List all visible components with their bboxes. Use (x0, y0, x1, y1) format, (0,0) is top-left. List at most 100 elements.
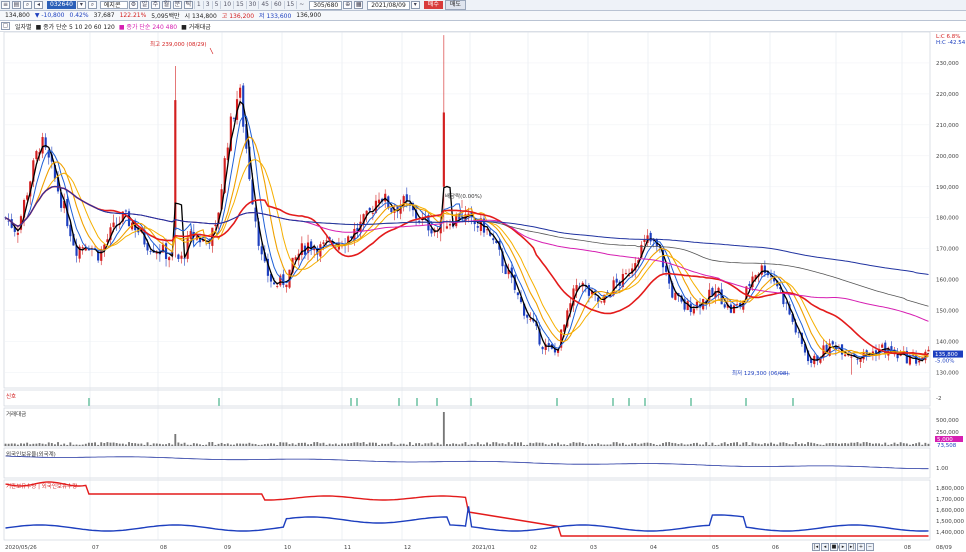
stock-name-field[interactable]: 에지콘 (99, 1, 128, 9)
period-tick-button[interactable]: 틱 (183, 1, 193, 9)
price-axis-label: 220,000 (936, 92, 959, 98)
date-axis-label: 08 (160, 545, 167, 551)
nav-prev-icon[interactable]: ◂ (821, 543, 829, 551)
date-lookup-icon[interactable]: ▾ (410, 1, 420, 9)
date-axis-label: 2020/05/26 (5, 545, 37, 551)
volume-bar (584, 444, 587, 446)
volume-bar (375, 442, 377, 446)
volume-bar (347, 443, 350, 446)
period-option[interactable]: 10 (220, 1, 233, 9)
volume-bar (813, 443, 816, 446)
candle-body (168, 257, 171, 261)
menu-icon[interactable]: ≡ (1, 1, 10, 9)
nav-zoom-in-icon[interactable]: + (857, 543, 865, 551)
volume-bar (532, 443, 535, 446)
volume-bar (831, 443, 834, 446)
legend-main[interactable]: 일자별 (15, 22, 32, 31)
volume-bar (668, 442, 671, 446)
candle-body (674, 292, 677, 300)
calendar-icon[interactable]: ▦ (354, 1, 364, 9)
period-option[interactable]: 15 (283, 1, 297, 9)
volume-bar (334, 443, 337, 446)
volume-bar (600, 444, 603, 446)
volume-bar (399, 443, 402, 446)
period-option[interactable]: 30 (245, 1, 259, 9)
volume-bar (794, 442, 797, 446)
volume-bar (393, 444, 396, 446)
period-week-button[interactable]: 주 (150, 1, 160, 9)
volume-bar (291, 443, 294, 446)
volume-bar (757, 443, 760, 446)
legend-ma-long[interactable]: ■ 종가 단순 240 480 (119, 22, 177, 31)
volume-bar (739, 444, 742, 446)
volume-bar (680, 443, 683, 446)
stock-code-field[interactable]: 032640 (47, 1, 76, 9)
volume-bar (177, 442, 180, 446)
settings-icon[interactable]: ⚙ (128, 1, 138, 9)
nav-next-icon[interactable]: ▸ (839, 543, 847, 551)
nav-first-icon[interactable]: |◂ (812, 543, 820, 551)
volume-bar (776, 444, 779, 446)
volume-bar (717, 444, 720, 446)
zoom-icon[interactable]: ⊕ (343, 1, 353, 9)
period-option[interactable]: 60 (270, 1, 284, 9)
holding-axis-label: 1,600,000 (936, 508, 964, 514)
period-option[interactable]: 15 (233, 1, 246, 9)
nav-stop-icon[interactable]: ■ (830, 543, 838, 551)
volume-bar (841, 443, 843, 446)
dropdown-icon[interactable]: ▾ (76, 1, 86, 9)
legend-ma[interactable]: ■ 종가 단순 5 10 20 60 120 (36, 22, 115, 31)
signal-bar (628, 398, 630, 406)
volume-bar (328, 443, 331, 446)
period-option[interactable]: 3 (202, 1, 212, 9)
volume-bar (384, 443, 387, 446)
volume-bar (263, 444, 266, 446)
period-option[interactable]: 1 (193, 1, 203, 9)
candle-body (239, 87, 242, 98)
volume-bar (884, 442, 887, 446)
nav-last-icon[interactable]: ▸| (848, 543, 856, 551)
candle-body (448, 224, 452, 226)
bar-count-field[interactable]: 305/680 (309, 0, 343, 10)
volume-bar (791, 444, 794, 446)
chart-type-icon[interactable]: ▤ (12, 1, 21, 9)
legend-volume[interactable]: ■ 거래대금 (181, 22, 211, 31)
candle-body (442, 112, 445, 187)
price-chart[interactable]: 230,000 220,000 210,000 200,000 190,000 180,0… (0, 32, 966, 552)
signal-bar (470, 398, 472, 406)
buy-button[interactable]: 매수 (423, 1, 443, 9)
volume-bar (804, 444, 806, 446)
volume-bar (649, 443, 652, 446)
sell-button[interactable]: 매도 (444, 0, 466, 10)
period-option[interactable]: ~ (296, 1, 306, 9)
period-option[interactable]: 45 (258, 1, 271, 9)
volume-bar (782, 442, 785, 446)
period-option[interactable]: 5 (211, 1, 221, 9)
legend-toggle-icon[interactable]: ▢ (1, 22, 10, 30)
volume-bar (853, 442, 856, 446)
period-minute-button[interactable]: 분 (172, 1, 182, 9)
volume-bar (800, 443, 803, 446)
volume-bar (504, 444, 507, 446)
period-day-button[interactable]: 일 (139, 1, 149, 9)
volume-bar (316, 442, 319, 446)
search-icon[interactable]: ⌕ (23, 1, 32, 9)
volume-bar (875, 443, 877, 446)
nav-zoom-out-icon[interactable]: − (866, 543, 874, 551)
volume-bar (779, 442, 782, 446)
signal-bar (556, 398, 558, 406)
period-month-button[interactable]: 월 (161, 1, 171, 9)
candle-body (260, 246, 263, 255)
volume-bar (597, 443, 600, 446)
volume-bar (47, 442, 50, 446)
holding-axis-label: 1,500,000 (936, 519, 964, 525)
volume-bar (140, 443, 143, 446)
prev-icon[interactable]: ◂ (34, 1, 43, 9)
candle-body (84, 248, 87, 251)
lookup-icon[interactable]: ⌕ (87, 1, 97, 9)
signal-axis-label: -2 (936, 396, 941, 402)
volume-bar (245, 443, 248, 446)
date-field[interactable]: 2021/08/09 (367, 0, 410, 10)
date-axis-label: 02 (530, 545, 537, 551)
volume-bar (581, 443, 584, 446)
